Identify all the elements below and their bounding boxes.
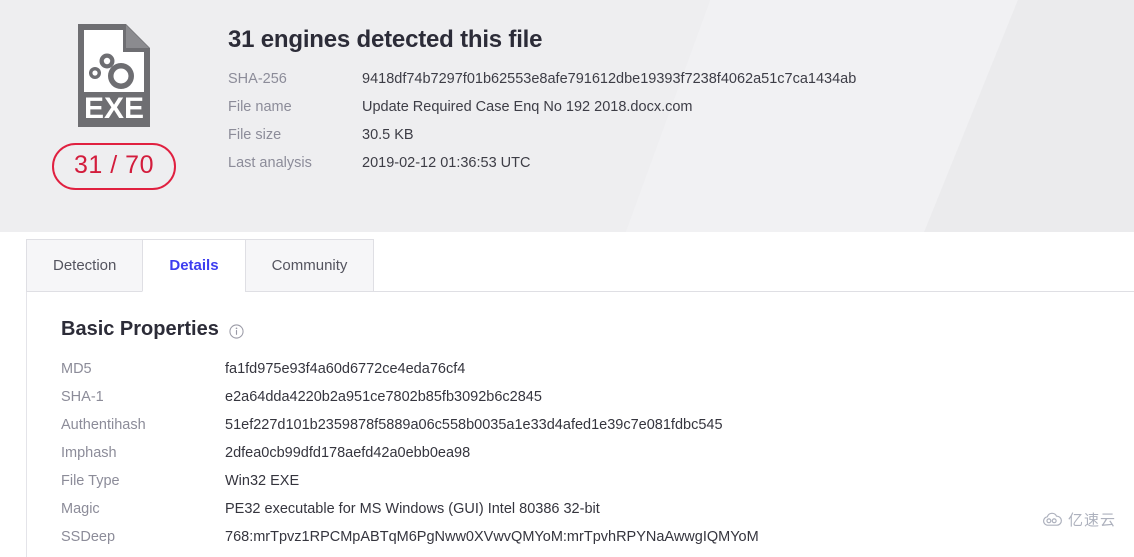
table-row: File Type Win32 EXE xyxy=(61,473,759,501)
watermark-text: 亿速云 xyxy=(1067,512,1116,529)
file-meta-column: 31 engines detected this file SHA-256 94… xyxy=(228,18,856,190)
table-row: Magic PE32 executable for MS Windows (GU… xyxy=(61,501,759,529)
info-circle-icon[interactable] xyxy=(229,322,244,339)
basic-properties-heading: Basic Properties xyxy=(61,318,1134,341)
exe-file-icon: EXE xyxy=(78,24,150,127)
cloud-icon xyxy=(1042,512,1062,526)
file-summary-header: EXE 31 / 70 31 engines detected this fil… xyxy=(0,0,1134,232)
file-icon-column: EXE 31 / 70 xyxy=(0,18,228,190)
prop-value-ssdeep: 768:mrTpvz1RPCMpABTqM6PgNww0XVwvQMYoM:mr… xyxy=(225,529,759,545)
tab-detection[interactable]: Detection xyxy=(26,239,144,292)
prop-value-magic: PE32 executable for MS Windows (GUI) Int… xyxy=(225,501,600,517)
table-row: SHA-1 e2a64dda4220b2a951ce7802b85fb3092b… xyxy=(61,389,759,417)
prop-label-md5: MD5 xyxy=(61,361,92,377)
meta-row-last-analysis: Last analysis 2019-02-12 01:36:53 UTC xyxy=(228,155,856,183)
detection-summary-title: 31 engines detected this file xyxy=(228,26,543,53)
prop-label-magic: Magic xyxy=(61,501,100,517)
prop-value-authentihash: 51ef227d101b2359878f5889a06c558b0035a1e3… xyxy=(225,417,723,433)
basic-properties-table: MD5 fa1fd975e93f4a60d6772ce4eda76cf4 SHA… xyxy=(61,361,759,557)
watermark: 亿速云 xyxy=(1041,509,1116,530)
prop-value-md5: fa1fd975e93f4a60d6772ce4eda76cf4 xyxy=(225,361,466,377)
svg-text:EXE: EXE xyxy=(84,92,144,125)
meta-label-file-size: File size xyxy=(228,127,282,143)
meta-value-last-analysis: 2019-02-12 01:36:53 UTC xyxy=(362,155,531,171)
table-row: Authentihash 51ef227d101b2359878f5889a06… xyxy=(61,417,759,445)
prop-label-ssdeep: SSDeep xyxy=(61,529,116,545)
detection-ratio-badge[interactable]: 31 / 70 xyxy=(52,143,176,190)
meta-label-sha256: SHA-256 xyxy=(228,71,287,87)
table-row: Imphash 2dfea0cb99dfd178aefd42a0ebb0ea98 xyxy=(61,445,759,473)
basic-properties-title: Basic Properties xyxy=(61,318,219,340)
meta-value-file-name: Update Required Case Enq No 192 2018.doc… xyxy=(362,99,693,115)
table-row: MD5 fa1fd975e93f4a60d6772ce4eda76cf4 xyxy=(61,361,759,389)
virustotal-file-report: EXE 31 / 70 31 engines detected this fil… xyxy=(0,0,1134,557)
tab-details[interactable]: Details xyxy=(142,239,246,292)
meta-row-sha256: SHA-256 9418df74b7297f01b62553e8afe79161… xyxy=(228,71,856,99)
meta-value-sha256: 9418df74b7297f01b62553e8afe791612dbe1939… xyxy=(362,71,857,87)
meta-value-file-size: 30.5 KB xyxy=(362,127,414,143)
file-meta-table: SHA-256 9418df74b7297f01b62553e8afe79161… xyxy=(228,71,856,183)
report-tabbar: Detection Details Community xyxy=(0,232,1134,292)
meta-row-file-size: File size 30.5 KB xyxy=(228,127,856,155)
prop-value-sha1: e2a64dda4220b2a951ce7802b85fb3092b6c2845 xyxy=(225,389,542,405)
prop-label-file-type: File Type xyxy=(61,473,120,489)
tab-community[interactable]: Community xyxy=(244,239,375,292)
prop-value-imphash: 2dfea0cb99dfd178aefd42a0ebb0ea98 xyxy=(225,445,471,461)
prop-value-file-type: Win32 EXE xyxy=(225,473,300,489)
table-row: SSDeep 768:mrTpvz1RPCMpABTqM6PgNww0XVwvQ… xyxy=(61,529,759,557)
prop-label-imphash: Imphash xyxy=(61,445,117,461)
prop-label-sha1: SHA-1 xyxy=(61,389,104,405)
meta-label-last-analysis: Last analysis xyxy=(228,155,312,171)
meta-row-file-name: File name Update Required Case Enq No 19… xyxy=(228,99,856,127)
meta-label-file-name: File name xyxy=(228,99,292,115)
details-panel: Basic Properties MD5 fa1fd975e93f4a60d67… xyxy=(26,292,1134,557)
prop-label-authentihash: Authentihash xyxy=(61,417,146,433)
